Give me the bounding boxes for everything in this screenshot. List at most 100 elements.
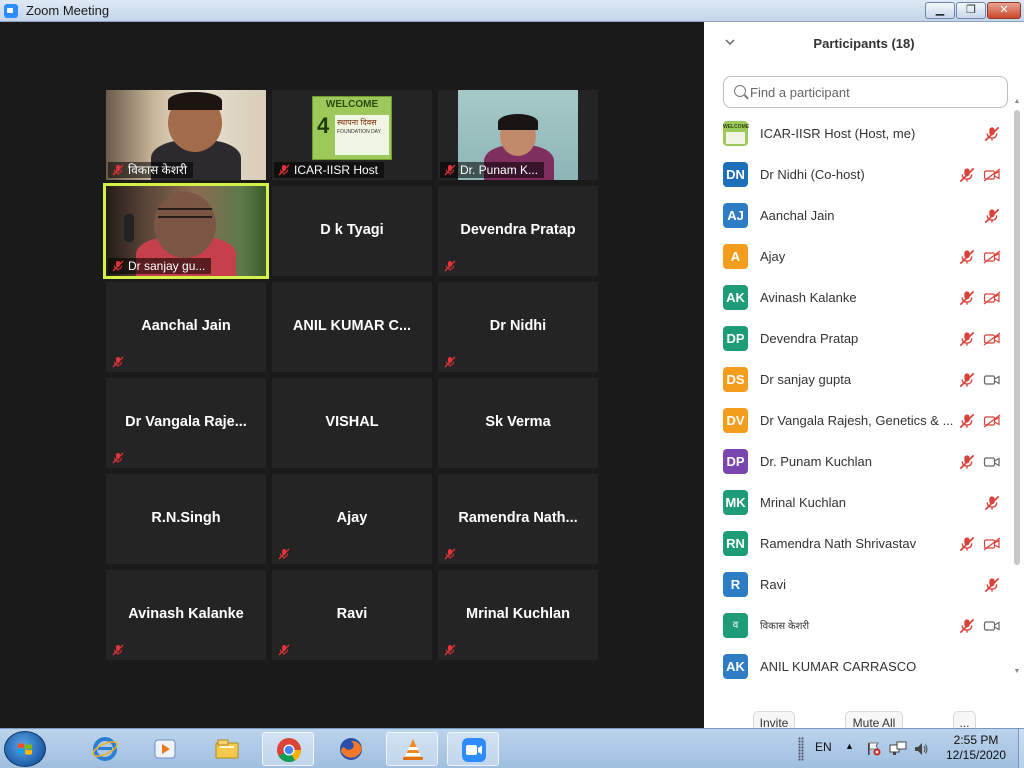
participant-row[interactable]: AK Avinash Kalanke: [704, 281, 1014, 322]
windows-logo-icon: [18, 743, 32, 755]
network-icon[interactable]: [889, 741, 907, 757]
muted-mic-icon: [444, 164, 456, 176]
video-tile[interactable]: Ramendra Nath...: [438, 474, 598, 564]
avatar: A: [723, 244, 748, 269]
video-off-icon[interactable]: [983, 249, 1001, 265]
firefox-taskbar-button[interactable]: [325, 732, 377, 766]
participant-name: Ajay: [760, 249, 786, 264]
video-tile[interactable]: Avinash Kalanke: [106, 570, 266, 660]
video-tile[interactable]: Dr Nidhi: [438, 282, 598, 372]
participant-row[interactable]: व विकास केशरी: [704, 609, 1014, 650]
video-tile[interactable]: Dr Vangala Raje...: [106, 378, 266, 468]
participant-search-input[interactable]: [750, 83, 1000, 101]
video-tile[interactable]: Aanchal Jain: [106, 282, 266, 372]
participant-search-box[interactable]: [723, 76, 1008, 108]
muted-mic-icon: [112, 356, 124, 368]
welcome-banner-number: 4: [317, 113, 330, 138]
muted-mic-icon: [444, 644, 456, 656]
participant-row[interactable]: RN Ramendra Nath Shrivastav: [704, 527, 1014, 568]
muted-mic-icon: [278, 164, 290, 176]
participant-row[interactable]: DP Devendra Pratap: [704, 322, 1014, 363]
video-camera-icon[interactable]: [983, 618, 1001, 634]
restore-button[interactable]: ❐: [956, 2, 986, 19]
internet-explorer-taskbar-button[interactable]: [79, 732, 131, 766]
muted-mic-icon[interactable]: [959, 331, 975, 347]
muted-mic-icon: [444, 260, 456, 272]
avatar: DN: [723, 162, 748, 187]
video-off-icon[interactable]: [983, 413, 1001, 429]
start-button[interactable]: [4, 731, 46, 767]
muted-mic-icon: [444, 548, 456, 560]
participant-name: Avinash Kalanke: [760, 290, 857, 305]
video-tile[interactable]: D k Tyagi: [272, 186, 432, 276]
avatar: AK: [723, 285, 748, 310]
media-player-taskbar-button[interactable]: [139, 732, 191, 766]
zoom-icon: [462, 738, 486, 762]
participant-row[interactable]: MK Mrinal Kuchlan: [704, 486, 1014, 527]
muted-mic-icon[interactable]: [984, 126, 1000, 142]
video-tile[interactable]: विकास केशरी: [106, 90, 266, 180]
muted-mic-icon[interactable]: [959, 536, 975, 552]
video-tile[interactable]: Dr. Punam K...: [438, 90, 598, 180]
minimize-button[interactable]: ▁: [925, 2, 955, 19]
muted-mic-icon[interactable]: [984, 208, 1000, 224]
muted-mic-icon[interactable]: [984, 577, 1000, 593]
avatar: AJ: [723, 203, 748, 228]
zoom-taskbar-button[interactable]: [447, 732, 499, 766]
muted-mic-icon[interactable]: [959, 372, 975, 388]
participant-row[interactable]: A Ajay: [704, 240, 1014, 281]
video-tile-name-label: ICAR-IISR Host: [274, 162, 385, 178]
video-tile[interactable]: Ajay: [272, 474, 432, 564]
participant-row[interactable]: AJ Aanchal Jain: [704, 199, 1014, 240]
close-button[interactable]: ✕: [987, 2, 1021, 19]
participant-row[interactable]: DS Dr sanjay gupta: [704, 363, 1014, 404]
video-tile[interactable]: Mrinal Kuchlan: [438, 570, 598, 660]
show-hidden-icons-arrow[interactable]: ▲: [845, 741, 854, 751]
participant-row[interactable]: R Ravi: [704, 568, 1014, 609]
video-tile-name-label: विकास केशरी: [108, 162, 193, 178]
video-camera-icon[interactable]: [983, 454, 1001, 470]
participant-list-scrollbar[interactable]: [1014, 110, 1020, 565]
muted-mic-icon[interactable]: [959, 413, 975, 429]
video-tile[interactable]: Ravi: [272, 570, 432, 660]
video-tile-name: Ramendra Nath...: [458, 510, 578, 526]
participant-row[interactable]: DV Dr Vangala Rajesh, Genetics & ...: [704, 404, 1014, 445]
scroll-down-arrow[interactable]: ▼: [1013, 668, 1021, 676]
video-tile[interactable]: Devendra Pratap: [438, 186, 598, 276]
file-explorer-taskbar-button[interactable]: [201, 732, 253, 766]
muted-mic-icon[interactable]: [959, 167, 975, 183]
video-tile[interactable]: R.N.Singh: [106, 474, 266, 564]
chrome-taskbar-button[interactable]: [262, 732, 314, 766]
video-off-icon[interactable]: [983, 331, 1001, 347]
muted-mic-icon[interactable]: [959, 290, 975, 306]
video-tile[interactable]: ANIL KUMAR C...: [272, 282, 432, 372]
video-tile-name: Ravi: [336, 606, 368, 622]
participant-name: Dr sanjay gupta: [760, 372, 852, 387]
participant-row[interactable]: AK ANIL KUMAR CARRASCO: [704, 650, 1014, 684]
show-desktop-button[interactable]: [1018, 729, 1024, 768]
participant-row[interactable]: WELCOME ICAR-IISR Host (Host, me): [704, 117, 1014, 158]
video-tile[interactable]: Sk Verma: [438, 378, 598, 468]
muted-mic-icon[interactable]: [959, 249, 975, 265]
video-off-icon[interactable]: [983, 167, 1001, 183]
participant-row[interactable]: DP Dr. Punam Kuchlan: [704, 445, 1014, 486]
volume-icon[interactable]: [913, 741, 929, 757]
minimize-icon: ▁: [935, 4, 945, 16]
action-center-flag-icon[interactable]: [866, 741, 882, 757]
muted-mic-icon[interactable]: [959, 618, 975, 634]
video-off-icon[interactable]: [983, 290, 1001, 306]
taskbar-clock[interactable]: 2:55 PM 12/15/2020: [936, 733, 1016, 763]
muted-mic-icon[interactable]: [984, 495, 1000, 511]
language-indicator[interactable]: EN: [815, 740, 832, 754]
video-tile[interactable]: Dr sanjay gu...: [103, 183, 269, 279]
video-off-icon[interactable]: [983, 536, 1001, 552]
muted-mic-icon: [112, 164, 124, 176]
vlc-taskbar-button[interactable]: [386, 732, 438, 766]
video-camera-icon[interactable]: [983, 372, 1001, 388]
avatar: MK: [723, 490, 748, 515]
video-tile[interactable]: WELCOME 4 स्थापना दिवस FOUNDATION DAY ICAR-I…: [272, 90, 432, 180]
video-tile[interactable]: VISHAL: [272, 378, 432, 468]
muted-mic-icon[interactable]: [959, 454, 975, 470]
participant-row[interactable]: DN Dr Nidhi (Co-host): [704, 158, 1014, 199]
scroll-up-arrow[interactable]: ▲: [1013, 98, 1021, 106]
